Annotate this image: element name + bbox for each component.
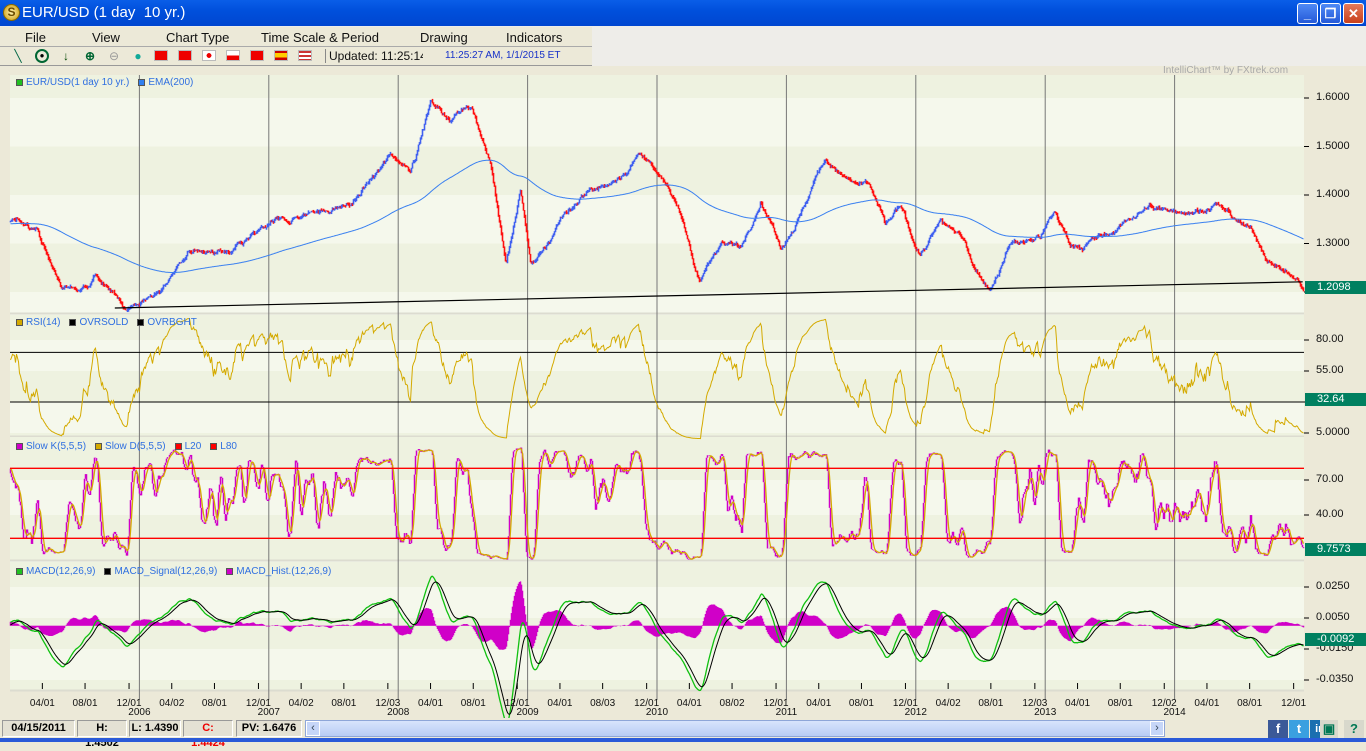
price-legend-swatch — [16, 79, 23, 86]
price-axis-label: 1.3000 — [1316, 236, 1350, 249]
x-axis-label: 08/01 — [1107, 698, 1133, 709]
chart-canvas — [9, 75, 1309, 726]
x-axis-label: 08/03 — [590, 698, 616, 709]
stoch-legend-swatch — [16, 443, 23, 450]
year-label: 2008 — [387, 707, 410, 718]
x-axis-label: 08/01 — [460, 698, 486, 709]
x-axis-label: 08/01 — [848, 698, 874, 709]
rsi-legend-swatch — [16, 319, 23, 326]
stoch-legend: Slow K(5,5,5) Slow D(5,5,5) L20 L80 — [10, 441, 237, 452]
macd-axis-label: -0.0350 — [1316, 673, 1354, 685]
x-axis-label: 04/02 — [159, 698, 185, 709]
stoch-last-value: 9.7573 — [1305, 543, 1366, 556]
rsi-legend-label: OVRSOLD — [79, 317, 129, 328]
macd-legend-swatch — [226, 568, 234, 575]
macd-axis-label: 0.0250 — [1316, 580, 1350, 592]
scroll-right-button[interactable]: › — [1150, 721, 1164, 736]
x-axis-label: 04/01 — [1065, 698, 1091, 709]
twitter-icon[interactable]: t — [1289, 720, 1309, 738]
x-axis-label: 04/01 — [676, 698, 702, 709]
price-axis-label: 1.4000 — [1316, 188, 1350, 200]
x-axis-label: 12/01 — [1281, 698, 1307, 709]
horizontal-scrollbar[interactable]: ‹ › — [305, 720, 1165, 737]
x-axis-label: 04/01 — [806, 698, 832, 709]
rsi-axis-label: 5.0000 — [1316, 426, 1350, 438]
status-date: 04/15/2011 — [2, 720, 75, 737]
stoch-legend-label: L20 — [184, 441, 202, 452]
help-icon[interactable]: ? — [1344, 720, 1364, 738]
facebook-icon[interactable]: f — [1268, 720, 1288, 738]
rsi-legend-swatch — [69, 319, 77, 326]
rsi-legend-label: RSI(14) — [26, 317, 61, 328]
stoch-axis-label: 70.00 — [1316, 473, 1344, 485]
x-axis-label: 08/01 — [1237, 698, 1263, 709]
year-label: 2010 — [645, 707, 669, 718]
year-label: 2012 — [904, 707, 927, 718]
x-axis-label: 04/01 — [547, 698, 573, 709]
rsi-legend-swatch — [137, 319, 145, 326]
stoch-legend-label: Slow K(5,5,5) — [26, 441, 87, 452]
year-label: 2011 — [775, 707, 798, 718]
rsi-axis-label: 55.00 — [1316, 364, 1344, 376]
price-legend: EUR/USD(1 day 10 yr.) EMA(200) — [10, 77, 193, 88]
x-axis-label: 08/01 — [978, 698, 1004, 709]
x-axis-label: 04/02 — [288, 698, 314, 709]
stoch-legend-swatch — [95, 443, 103, 450]
year-label: 2006 — [128, 707, 151, 718]
scroll-left-button[interactable]: ‹ — [306, 721, 320, 736]
x-axis-label: 04/01 — [29, 698, 55, 709]
price-last-value: 1.2098 — [1305, 281, 1366, 294]
status-pv: PV: 1.6476 — [236, 720, 302, 737]
macd-legend-label: MACD_Hist.(12,26,9) — [236, 566, 332, 577]
rsi-legend-label: OVRBGHT — [147, 317, 197, 328]
macd-legend: MACD(12,26,9) MACD_Signal(12,26,9) MACD_Hi… — [10, 566, 331, 577]
x-axis-label: 04/02 — [935, 698, 961, 709]
stoch-legend-swatch — [174, 443, 182, 450]
price-axis-label: 1.6000 — [1316, 91, 1350, 103]
macd-axis-label: 0.0050 — [1316, 611, 1350, 623]
x-axis-label: 04/01 — [1194, 698, 1220, 709]
macd-legend-swatch — [16, 568, 23, 575]
status-close: C: 1.4424 — [183, 720, 233, 749]
window-layout-icon[interactable]: ▣ — [1320, 720, 1338, 738]
year-label: 2014 — [1163, 707, 1186, 718]
macd-legend-swatch — [104, 568, 112, 575]
macd-last-value: -0.0092 — [1305, 633, 1366, 646]
x-axis-label: 08/02 — [719, 698, 745, 709]
year-label: 2009 — [516, 707, 539, 718]
price-legend-label: EMA(200) — [148, 77, 194, 88]
price-axis-label: 1.5000 — [1316, 139, 1350, 152]
stoch-legend-label: Slow D(5,5,5) — [105, 441, 166, 452]
price-legend-label: EUR/USD(1 day 10 yr.) — [26, 77, 130, 88]
macd-legend-label: MACD(12,26,9) — [26, 566, 96, 577]
stoch-axis-label: 40.00 — [1316, 508, 1344, 520]
x-axis-label: 08/01 — [331, 698, 357, 709]
price-legend-swatch — [138, 79, 146, 86]
rsi-legend: RSI(14) OVRSOLD OVRBGHT — [10, 317, 197, 328]
rsi-axis-label: 80.00 — [1316, 333, 1344, 345]
status-low: L: 1.4390 — [129, 720, 181, 737]
x-axis-label: 08/01 — [72, 698, 98, 709]
year-label: 2013 — [1034, 707, 1057, 718]
rsi-last-value: 32.64 — [1305, 393, 1366, 406]
macd-legend-label: MACD_Signal(12,26,9) — [114, 566, 218, 577]
stoch-legend-label: L80 — [220, 441, 237, 452]
x-axis-label: 04/01 — [418, 698, 444, 709]
year-label: 2007 — [257, 707, 280, 718]
taskbar — [0, 738, 1366, 742]
stoch-legend-swatch — [210, 443, 218, 450]
status-high: H: 1.4502 — [77, 720, 127, 749]
x-axis-label: 08/01 — [201, 698, 227, 709]
